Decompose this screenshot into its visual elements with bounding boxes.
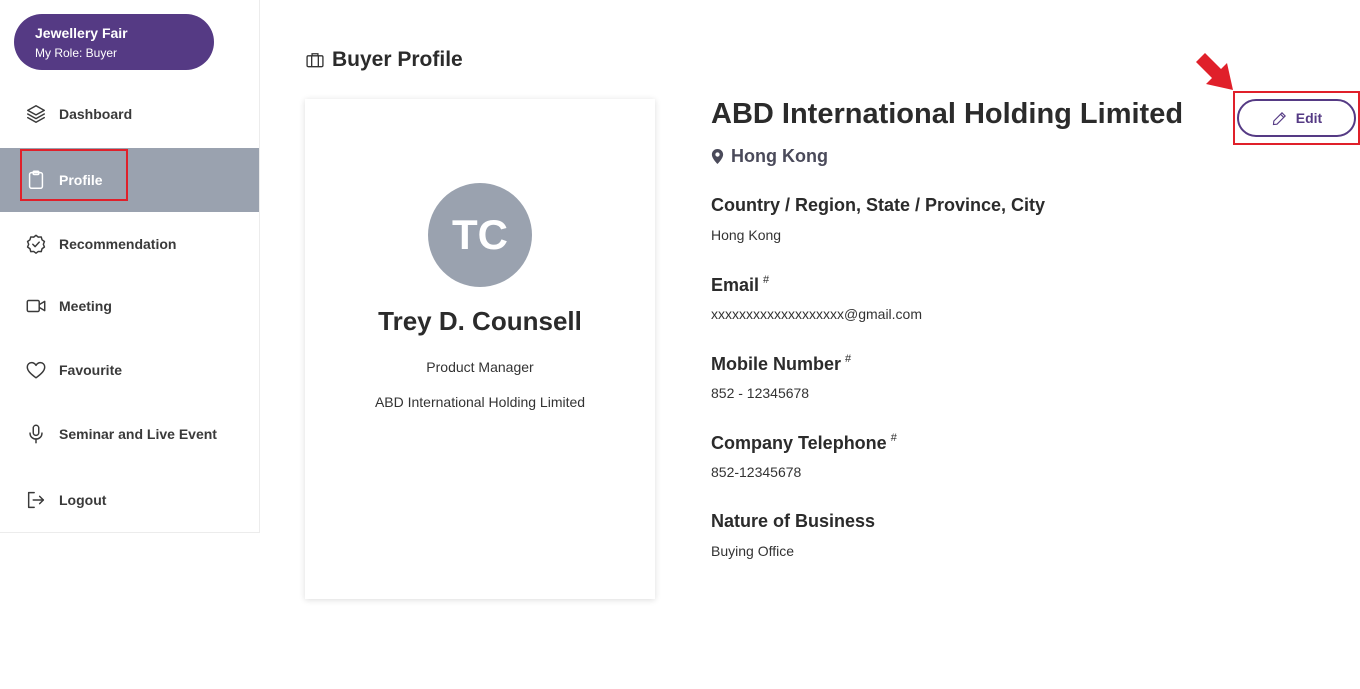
- sidebar: Jewellery Fair My Role: Buyer Dashboard …: [0, 0, 260, 533]
- sidebar-item-label: Recommendation: [59, 236, 177, 252]
- sidebar-item-label: Seminar and Live Event: [59, 426, 217, 442]
- page-title: Buyer Profile: [332, 48, 463, 71]
- field-value-nature-of-business: Buying Office: [711, 543, 795, 559]
- heart-icon: [24, 358, 48, 382]
- person-company: ABD International Holding Limited: [374, 394, 586, 410]
- sidebar-item-profile[interactable]: Profile: [0, 148, 259, 212]
- sidebar-item-recommendation[interactable]: Recommendation: [0, 212, 259, 276]
- fair-name: Jewellery Fair: [35, 25, 128, 41]
- person-job-title: Product Manager: [426, 359, 534, 375]
- sidebar-item-meeting[interactable]: Meeting: [0, 274, 259, 338]
- sidebar-item-label: Meeting: [59, 298, 112, 314]
- company-location: Hong Kong: [711, 146, 828, 167]
- field-label-email: Email #: [711, 274, 770, 295]
- field-value-country: Hong Kong: [711, 227, 782, 243]
- sidebar-item-seminar[interactable]: Seminar and Live Event: [0, 402, 259, 466]
- clipboard-icon: [24, 168, 48, 192]
- sidebar-item-label: Dashboard: [59, 106, 133, 122]
- layers-icon: [24, 102, 48, 126]
- app-root: Jewellery Fair My Role: Buyer Dashboard …: [0, 0, 1360, 689]
- location-pin-icon: [711, 149, 724, 164]
- field-value-mobile: 852 - 12345678: [711, 385, 810, 401]
- user-role: My Role: Buyer: [35, 46, 118, 60]
- fair-selector[interactable]: Jewellery Fair My Role: Buyer: [14, 14, 214, 70]
- red-arrow-annotation: [1196, 53, 1233, 90]
- field-label-nature-of-business: Nature of Business: [711, 511, 876, 531]
- field-value-email: xxxxxxxxxxxxxxxxxxx@gmail.com: [711, 306, 923, 322]
- field-label-mobile: Mobile Number #: [711, 353, 852, 374]
- avatar: TC: [428, 183, 532, 287]
- logout-icon: [24, 488, 48, 512]
- edit-button[interactable]: Edit: [1237, 99, 1356, 137]
- microphone-icon: [24, 422, 48, 446]
- required-marker: #: [763, 274, 770, 286]
- required-marker: #: [845, 353, 852, 365]
- sidebar-item-dashboard[interactable]: Dashboard: [0, 82, 259, 146]
- person-name: Trey D. Counsell: [378, 306, 582, 336]
- video-camera-icon: [24, 294, 48, 318]
- company-name: ABD International Holding Limited: [711, 98, 1184, 130]
- sidebar-item-label: Profile: [59, 172, 103, 188]
- page-header: Buyer Profile: [305, 48, 463, 72]
- location-text: Hong Kong: [731, 146, 828, 166]
- field-value-company-telephone: 852-12345678: [711, 464, 802, 480]
- edit-button-label: Edit: [1295, 110, 1323, 126]
- sidebar-item-label: Favourite: [59, 362, 123, 378]
- field-label-company-telephone: Company Telephone #: [711, 432, 897, 453]
- briefcase-icon: [306, 53, 324, 68]
- sidebar-item-label: Logout: [59, 492, 107, 508]
- sidebar-item-logout[interactable]: Logout: [0, 468, 259, 532]
- sidebar-item-favourite[interactable]: Favourite: [0, 338, 259, 402]
- profile-card: TC Trey D. Counsell Product Manager ABD …: [305, 99, 655, 599]
- badge-check-icon: [24, 232, 48, 256]
- field-label-country: Country / Region, State / Province, City: [711, 195, 1046, 215]
- required-marker: #: [890, 432, 897, 444]
- pencil-icon: [1272, 111, 1286, 125]
